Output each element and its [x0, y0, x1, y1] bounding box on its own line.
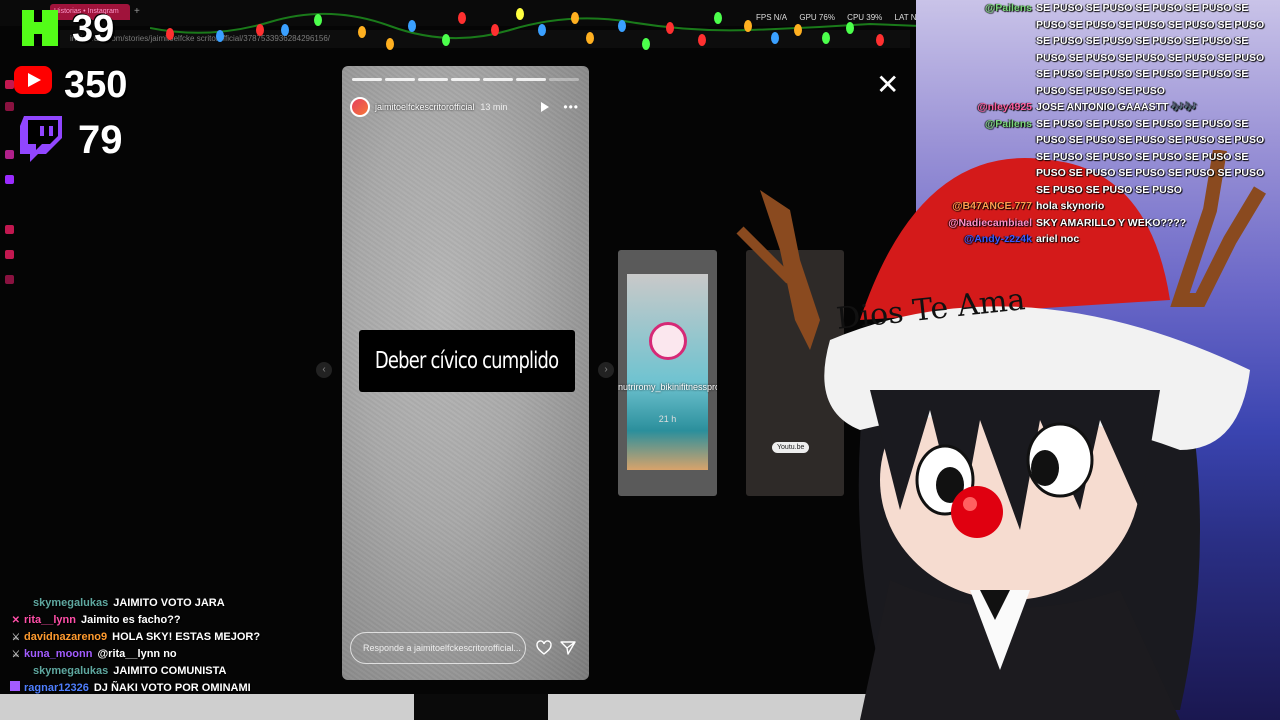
chat-text: JOSE ANTONIO GAAASTT 🎶🎶 — [1036, 101, 1198, 113]
chat-username[interactable]: rita__lynn — [24, 614, 76, 626]
story-progress — [352, 78, 580, 81]
chat-username[interactable]: @Pailens — [918, 116, 1036, 199]
next-story-time: 21 h — [658, 414, 677, 424]
story-username[interactable]: jaimitoelfckescritorofficial — [375, 102, 474, 112]
chat-username[interactable]: @nley4925 — [918, 99, 1036, 116]
chat-username[interactable]: skymegalukas — [33, 597, 108, 609]
chat-text: HOLA SKY! ESTAS MEJOR? — [112, 630, 261, 643]
right-chat-overlay: @Pailens SE PUSO SE PUSO SE PUSO SE PUSO … — [918, 0, 1280, 248]
chat-badge-slot: ⚔ — [0, 631, 24, 643]
heart-icon[interactable] — [536, 640, 552, 656]
next-story-preview[interactable]: nutriromy_bikinifitnesspro 21 h — [618, 250, 717, 496]
chat-message: @Nadiecambiael SKY AMARILLO Y WEKO???? — [918, 215, 1280, 232]
sidebar-icon-6[interactable] — [5, 250, 14, 259]
chat-badge-slot — [0, 681, 24, 694]
chat-text: Jaimito es facho?? — [80, 613, 181, 626]
youtube-icon — [14, 66, 52, 94]
sword-badge-icon: ⚔ — [11, 648, 20, 659]
story-progress-segment — [483, 78, 514, 81]
chat-text: SE PUSO SE PUSO SE PUSO SE PUSO SE PUSO … — [1036, 117, 1265, 196]
chat-message: @B47ANCE.777 hola skynorio — [918, 198, 1280, 215]
chat-username[interactable]: skymegalukas — [33, 665, 108, 677]
chat-username[interactable]: @B47ANCE.777 — [918, 198, 1036, 215]
close-icon[interactable]: ✕ — [876, 68, 899, 101]
story-caption-text: Deber cívico cumplido — [375, 348, 559, 374]
bottom-bar-gap — [414, 694, 548, 720]
story-progress-segment — [450, 78, 481, 81]
subscriber-badge-icon — [10, 681, 20, 691]
chat-message: @Pailens SE PUSO SE PUSO SE PUSO SE PUSO … — [918, 116, 1280, 199]
kick-viewer-count: 39 — [72, 8, 115, 50]
story-progress-segment — [549, 78, 580, 81]
story-time: 13 min — [480, 102, 508, 112]
next-story-arrow[interactable]: › — [598, 362, 614, 378]
sidebar-icon-1[interactable] — [5, 80, 14, 89]
next-story-avatar — [649, 322, 687, 360]
story-caption: Deber cívico cumplido — [359, 330, 575, 392]
story-progress-segment — [417, 78, 448, 81]
twitch-viewer-count: 79 — [78, 118, 123, 162]
story-progress-segment — [516, 78, 547, 81]
story-progress-segment — [352, 78, 382, 81]
sidebar-icon-2[interactable] — [5, 102, 14, 111]
sidebar-icon-5[interactable] — [5, 225, 14, 234]
story-viewer[interactable]: jaimitoelfckescritorofficial 13 min ••• … — [342, 66, 589, 680]
chat-username[interactable]: ragnar12326 — [24, 682, 89, 694]
more-options-icon[interactable]: ••• — [563, 100, 579, 114]
chat-text: DJ ÑAKI VOTO POR OMINAMI — [93, 681, 251, 694]
browser-sidebar — [0, 50, 18, 350]
chat-badge-slot: ⚔ — [0, 648, 24, 660]
previous-story-arrow[interactable]: ‹ — [316, 362, 332, 378]
story-progress-segment — [384, 78, 415, 81]
cross-badge-icon: ✕ — [11, 614, 20, 626]
send-icon[interactable] — [560, 640, 576, 656]
chat-text: SKY AMARILLO Y WEKO???? — [1036, 216, 1187, 229]
next-story-thumbnail — [627, 274, 708, 470]
chat-text: JAIMITO VOTO JARA — [113, 596, 225, 609]
story-avatar[interactable] — [350, 97, 370, 117]
chat-username[interactable]: @Nadiecambiael — [918, 215, 1036, 232]
play-icon[interactable] — [541, 102, 550, 112]
kick-icon — [22, 10, 58, 46]
chat-message: skymegalukas JAIMITO VOTO JARA — [0, 594, 420, 611]
sword-badge-icon: ⚔ — [11, 631, 20, 642]
chat-text: JAIMITO COMUNISTA — [113, 664, 227, 677]
chat-message: @nley4925 JOSE ANTONIO GAAASTT 🎶🎶 — [918, 99, 1280, 116]
chat-text: ariel noc — [1036, 233, 1080, 245]
chat-username[interactable]: @Andy-z2z4k — [918, 231, 1036, 248]
chat-username[interactable]: davidnazareno9 — [24, 631, 107, 643]
chat-badge-slot: ✕ — [0, 614, 24, 626]
chat-username[interactable]: @Pailens — [918, 0, 1036, 99]
chat-message: @Pailens SE PUSO SE PUSO SE PUSO SE PUSO … — [918, 0, 1280, 99]
story-header: jaimitoelfckescritorofficial 13 min ••• — [350, 96, 579, 118]
youtube-viewer-count: 350 — [64, 64, 128, 106]
chat-message: ✕ rita__lynn Jaimito es facho?? — [0, 611, 420, 628]
chat-text: SE PUSO SE PUSO SE PUSO SE PUSO SE PUSO … — [1036, 2, 1265, 97]
twitch-icon — [20, 116, 62, 162]
sidebar-icon-3[interactable] — [5, 150, 14, 159]
sidebar-icon-7[interactable] — [5, 275, 14, 284]
chat-message: @Andy-z2z4k ariel noc — [918, 231, 1280, 248]
chat-message: ⚔ kuna_moonn @rita__lynn no — [0, 645, 420, 662]
chat-text: @rita__lynn no — [97, 647, 177, 660]
new-tab-button[interactable]: + — [134, 6, 140, 17]
chat-message: ⚔ davidnazareno9 HOLA SKY! ESTAS MEJOR? — [0, 628, 420, 645]
next-story-username: nutriromy_bikinifitnesspro — [618, 382, 717, 392]
chat-message: skymegalukas JAIMITO COMUNISTA — [0, 662, 420, 679]
sidebar-icon-4[interactable] — [5, 175, 14, 184]
chat-text: hola skynorio — [1036, 200, 1105, 212]
chat-username[interactable]: kuna_moonn — [24, 648, 92, 660]
christmas-lights-decoration — [150, 8, 920, 50]
